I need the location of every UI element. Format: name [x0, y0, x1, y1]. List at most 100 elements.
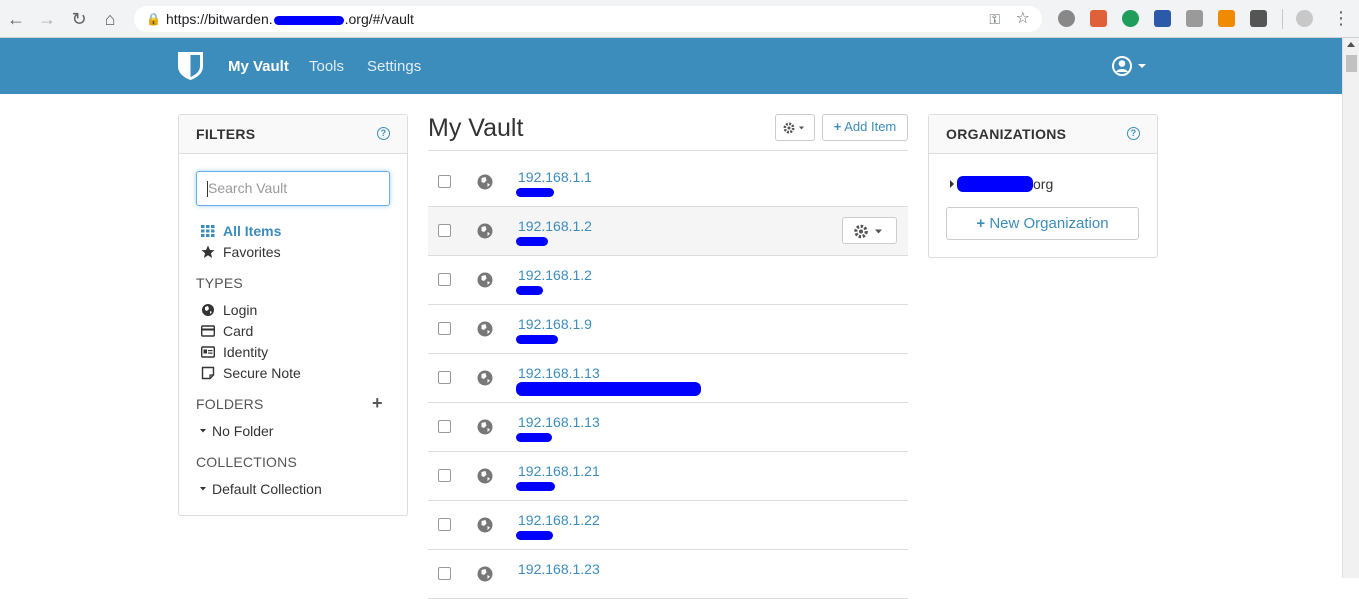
- vault-item-row[interactable]: 192.168.1.13: [428, 403, 908, 452]
- item-checkbox[interactable]: [438, 567, 451, 580]
- add-item-button[interactable]: + Add Item: [822, 114, 908, 141]
- profile-avatar[interactable]: [1296, 10, 1313, 27]
- forward-icon[interactable]: →: [35, 7, 59, 31]
- vault-options-button[interactable]: [775, 114, 815, 141]
- filters-heading: FILTERS ?: [179, 115, 407, 154]
- item-username-redaction: [516, 433, 552, 442]
- extension-icon[interactable]: [1058, 10, 1075, 27]
- vault-item-row[interactable]: 192.168.1.13: [428, 354, 908, 403]
- filters-title: FILTERS: [196, 126, 256, 142]
- vault-item-row[interactable]: 192.168.1.2: [428, 256, 908, 305]
- item-username-redaction: [516, 382, 701, 396]
- extension-icon[interactable]: [1218, 10, 1235, 27]
- bitwarden-logo-icon[interactable]: [177, 51, 204, 81]
- item-name-link[interactable]: 192.168.1.13: [518, 365, 600, 381]
- vault-item-row[interactable]: 192.168.1.2: [428, 207, 908, 256]
- default-collection-label: Default Collection: [212, 481, 322, 497]
- nav-settings[interactable]: Settings: [367, 58, 421, 75]
- help-icon[interactable]: ?: [377, 127, 390, 140]
- browser-toolbar: ← → ↻ ⌂ 🔒 https://bitwarden. .org/#/vault…: [0, 0, 1359, 38]
- globe-icon: [477, 272, 493, 288]
- nav-tools[interactable]: Tools: [309, 58, 344, 75]
- vault-item-row[interactable]: 192.168.1.21: [428, 452, 908, 501]
- types-heading: TYPES: [196, 275, 243, 291]
- org-name-suffix: org: [1033, 176, 1054, 192]
- account-menu-icon[interactable]: [1110, 54, 1150, 78]
- globe-icon: [477, 321, 493, 337]
- plus-icon: +: [976, 215, 986, 232]
- identity-label: Identity: [223, 344, 269, 360]
- item-name-link[interactable]: 192.168.1.21: [518, 463, 600, 479]
- vault-item-row[interactable]: 192.168.1.9: [428, 305, 908, 354]
- item-name-link[interactable]: 192.168.1.2: [518, 218, 592, 234]
- toolbar-divider: [1282, 9, 1283, 29]
- gear-icon: [854, 224, 882, 239]
- divider: [428, 150, 908, 151]
- app-header: My Vault Tools Settings: [0, 38, 1342, 94]
- search-input[interactable]: Search Vault: [196, 171, 390, 206]
- item-username-redaction: [516, 188, 554, 197]
- office-extension-icon[interactable]: [1090, 10, 1107, 27]
- item-checkbox[interactable]: [438, 371, 451, 384]
- no-folder-label: No Folder: [212, 423, 274, 439]
- item-options-button[interactable]: [842, 217, 897, 244]
- grid-icon: [201, 225, 215, 237]
- back-icon[interactable]: ←: [4, 7, 28, 31]
- organizations-title: ORGANIZATIONS: [946, 126, 1067, 142]
- page-scrollbar[interactable]: [1342, 38, 1359, 578]
- search-placeholder: Search Vault: [208, 180, 288, 196]
- scrollbar-thumb[interactable]: [1346, 55, 1357, 72]
- vault-item-row[interactable]: 192.168.1.22: [428, 501, 908, 550]
- star-icon: [201, 245, 215, 258]
- star-icon[interactable]: ☆: [1016, 6, 1030, 32]
- item-name-link[interactable]: 192.168.1.13: [518, 414, 600, 430]
- add-folder-button[interactable]: +: [372, 393, 383, 414]
- item-checkbox[interactable]: [438, 322, 451, 335]
- note-icon: [201, 366, 215, 380]
- url-redaction: [273, 15, 344, 25]
- new-organization-button[interactable]: + New Organization: [946, 207, 1139, 240]
- caret-right-icon: [950, 180, 954, 188]
- bitwarden-extension-icon[interactable]: [1250, 10, 1267, 27]
- id-card-icon: [201, 346, 215, 358]
- globe-icon: [477, 174, 493, 190]
- favorites-label: Favorites: [223, 244, 281, 260]
- item-checkbox[interactable]: [438, 273, 451, 286]
- home-icon[interactable]: ⌂: [98, 7, 122, 31]
- url-suffix: .org/#/vault: [344, 11, 414, 27]
- scroll-up-icon[interactable]: [1347, 42, 1355, 47]
- globe-icon: [477, 517, 493, 533]
- item-name-link[interactable]: 192.168.1.23: [518, 561, 600, 577]
- extension-icon[interactable]: [1186, 10, 1203, 27]
- item-name-link[interactable]: 192.168.1.22: [518, 512, 600, 528]
- vault-item-row[interactable]: 192.168.1.1: [428, 158, 908, 207]
- text-caret: [207, 181, 208, 197]
- item-username-redaction: [516, 482, 555, 491]
- reload-icon[interactable]: ↻: [67, 7, 91, 31]
- item-checkbox[interactable]: [438, 469, 451, 482]
- item-username-redaction: [516, 531, 553, 540]
- extension-icon[interactable]: [1154, 10, 1171, 27]
- item-name-link[interactable]: 192.168.1.1: [518, 169, 592, 185]
- org-name-redaction: [957, 176, 1033, 192]
- item-username-redaction: [516, 335, 558, 344]
- item-username-redaction: [516, 237, 548, 246]
- lock-icon: 🔒: [146, 12, 161, 26]
- new-organization-label: New Organization: [989, 215, 1109, 232]
- item-checkbox[interactable]: [438, 518, 451, 531]
- key-icon[interactable]: ⚿: [989, 6, 1000, 32]
- item-checkbox[interactable]: [438, 420, 451, 433]
- item-name-link[interactable]: 192.168.1.9: [518, 316, 592, 332]
- item-checkbox[interactable]: [438, 224, 451, 237]
- vault-item-row[interactable]: 192.168.1.23: [428, 550, 908, 599]
- evernote-extension-icon[interactable]: [1122, 10, 1139, 27]
- nav-my-vault[interactable]: My Vault: [228, 58, 289, 75]
- globe-icon: [202, 304, 214, 316]
- item-name-link[interactable]: 192.168.1.2: [518, 267, 592, 283]
- address-bar[interactable]: 🔒 https://bitwarden. .org/#/vault ⚿ ☆: [134, 6, 1042, 32]
- globe-icon: [477, 566, 493, 582]
- item-checkbox[interactable]: [438, 175, 451, 188]
- browser-menu-icon[interactable]: ⋮: [1332, 8, 1350, 29]
- help-icon[interactable]: ?: [1127, 127, 1140, 140]
- page-title: My Vault: [428, 114, 524, 142]
